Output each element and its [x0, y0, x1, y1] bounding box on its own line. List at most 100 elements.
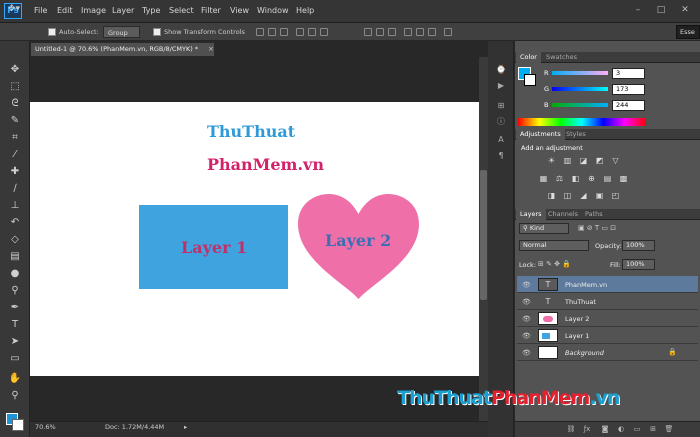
menu-layer[interactable]: Layer	[112, 6, 134, 15]
exposure-icon[interactable]: ◩	[594, 156, 605, 166]
workspace-button[interactable]: Esse	[676, 25, 700, 39]
character-icon[interactable]: A	[494, 134, 508, 146]
color-balance-icon[interactable]: ⚖	[554, 174, 565, 184]
zoom-level[interactable]: 70.6%	[35, 423, 56, 431]
channel-r-value[interactable]: 3	[612, 68, 645, 79]
tab-swatches[interactable]: Swatches	[542, 52, 581, 63]
scrollbar-thumb[interactable]	[480, 170, 487, 300]
menu-help[interactable]: Help	[296, 6, 314, 15]
eyedropper-tool-icon[interactable]: ⁄	[7, 148, 23, 162]
levels-icon[interactable]: ▥	[562, 156, 573, 166]
paragraph-icon[interactable]: ¶	[494, 150, 508, 162]
visibility-eye-icon[interactable]: 👁	[522, 332, 531, 340]
channel-g-value[interactable]: 173	[612, 84, 645, 95]
lock-icons[interactable]: ⊞ ✎ ✥ 🔒	[538, 260, 571, 268]
eraser-tool-icon[interactable]: ◇	[7, 233, 23, 247]
menu-select[interactable]: Select	[169, 6, 194, 15]
marquee-tool-icon[interactable]: ⬚	[7, 80, 23, 94]
blend-mode-dropdown[interactable]: Normal	[519, 240, 589, 251]
photo-filter-icon[interactable]: ⊕	[586, 174, 597, 184]
curves-icon[interactable]: ◪	[578, 156, 589, 166]
actions-icon[interactable]: ▶	[494, 80, 508, 92]
tab-color[interactable]: Color	[516, 52, 541, 63]
auto-align-icon[interactable]	[444, 28, 452, 36]
link-layers-icon[interactable]: ⛓	[566, 424, 576, 434]
fill-input[interactable]: 100%	[622, 259, 655, 270]
new-group-icon[interactable]: ▭	[632, 424, 642, 434]
menu-view[interactable]: View	[230, 6, 249, 15]
new-layer-icon[interactable]: ⊞	[648, 424, 658, 434]
history-brush-icon[interactable]: ↶	[7, 216, 23, 230]
close-tab-icon[interactable]: ×	[208, 45, 214, 53]
auto-select-checkbox[interactable]	[48, 28, 56, 36]
path-select-icon[interactable]: ➤	[7, 335, 23, 349]
invert-icon[interactable]: ◨	[546, 191, 557, 201]
threshold-icon[interactable]: ◢	[578, 191, 589, 201]
type-tool-icon[interactable]: T	[7, 318, 23, 332]
filter-icons[interactable]: ▣ ⊘ T ▭ ⊡	[578, 224, 616, 232]
menu-type[interactable]: Type	[142, 6, 160, 15]
visibility-eye-icon[interactable]: 👁	[522, 349, 531, 357]
menu-edit[interactable]: Edit	[57, 6, 73, 15]
tab-adjustments[interactable]: Adjustments	[516, 129, 565, 140]
brush-tool-icon[interactable]: ∕	[7, 182, 23, 196]
dodge-tool-icon[interactable]: ⚲	[7, 284, 23, 298]
distribute-bottom-icon[interactable]	[388, 28, 396, 36]
move-tool-icon[interactable]: ✥	[7, 63, 23, 77]
menu-image[interactable]: Image	[81, 6, 106, 15]
background-color-swatch[interactable]	[12, 419, 24, 431]
hand-tool-icon[interactable]: ✋	[7, 372, 23, 386]
hue-saturation-icon[interactable]: ▦	[538, 174, 549, 184]
maximize-button[interactable]: □	[654, 4, 668, 16]
doc-size-info[interactable]: Doc: 1.72M/4.44M	[105, 423, 164, 431]
minimize-button[interactable]: –	[631, 4, 645, 16]
selective-color-icon[interactable]: ▣	[594, 191, 605, 201]
layer-mask-icon[interactable]: ◙	[600, 424, 610, 434]
align-top-icon[interactable]	[256, 28, 264, 36]
menu-window[interactable]: Window	[257, 6, 289, 15]
blur-tool-icon[interactable]: ●	[7, 267, 23, 281]
shape-tool-icon[interactable]: ▭	[7, 352, 23, 366]
visibility-eye-icon[interactable]: 👁	[522, 315, 531, 323]
align-right-icon[interactable]	[320, 28, 328, 36]
distribute-hcenter-icon[interactable]	[416, 28, 424, 36]
info-icon[interactable]: ⓘ	[494, 116, 508, 128]
tab-styles[interactable]: Styles	[562, 129, 590, 140]
bg-color-picker[interactable]	[524, 74, 536, 86]
visibility-eye-icon[interactable]: 👁	[522, 298, 531, 306]
distribute-top-icon[interactable]	[364, 28, 372, 36]
channel-g-slider[interactable]	[552, 87, 608, 91]
opacity-input[interactable]: 100%	[622, 240, 655, 251]
history-icon[interactable]: ⌚	[494, 64, 508, 76]
color-spectrum[interactable]	[518, 118, 646, 126]
distribute-vcenter-icon[interactable]	[376, 28, 384, 36]
visibility-eye-icon[interactable]: 👁	[522, 281, 531, 289]
posterize-icon[interactable]: ◫	[562, 191, 573, 201]
layer-style-icon[interactable]: ƒx	[582, 424, 592, 434]
lasso-tool-icon[interactable]: ᘓ	[7, 97, 23, 111]
zoom-tool-icon[interactable]: ⚲	[7, 389, 23, 403]
show-transform-checkbox[interactable]	[153, 28, 161, 36]
gradient-tool-icon[interactable]: ▤	[7, 250, 23, 264]
channel-mixer-icon[interactable]: ▤	[602, 174, 613, 184]
auto-select-dropdown[interactable]: Group	[103, 26, 140, 38]
tab-channels[interactable]: Channels	[544, 209, 582, 220]
status-arrow-icon[interactable]: ▸	[184, 423, 187, 431]
trash-icon[interactable]: 🗑	[664, 424, 674, 434]
channel-b-slider[interactable]	[552, 103, 608, 107]
properties-icon[interactable]: ⊞	[494, 100, 508, 112]
align-hcenter-icon[interactable]	[308, 28, 316, 36]
brightness-icon[interactable]: ☀	[546, 156, 557, 166]
channel-r-slider[interactable]	[552, 71, 608, 75]
tab-layers[interactable]: Layers	[516, 209, 546, 220]
channel-b-value[interactable]: 244	[612, 100, 645, 111]
align-bottom-icon[interactable]	[280, 28, 288, 36]
move-tool-icon[interactable]: ✥▾	[8, 3, 20, 15]
adjustment-layer-icon[interactable]: ◐	[616, 424, 626, 434]
distribute-right-icon[interactable]	[428, 28, 436, 36]
close-button[interactable]: ✕	[678, 4, 692, 16]
menu-filter[interactable]: Filter	[201, 6, 221, 15]
align-left-icon[interactable]	[296, 28, 304, 36]
healing-brush-icon[interactable]: ✚	[7, 165, 23, 179]
quick-select-tool-icon[interactable]: ✎	[7, 114, 23, 128]
